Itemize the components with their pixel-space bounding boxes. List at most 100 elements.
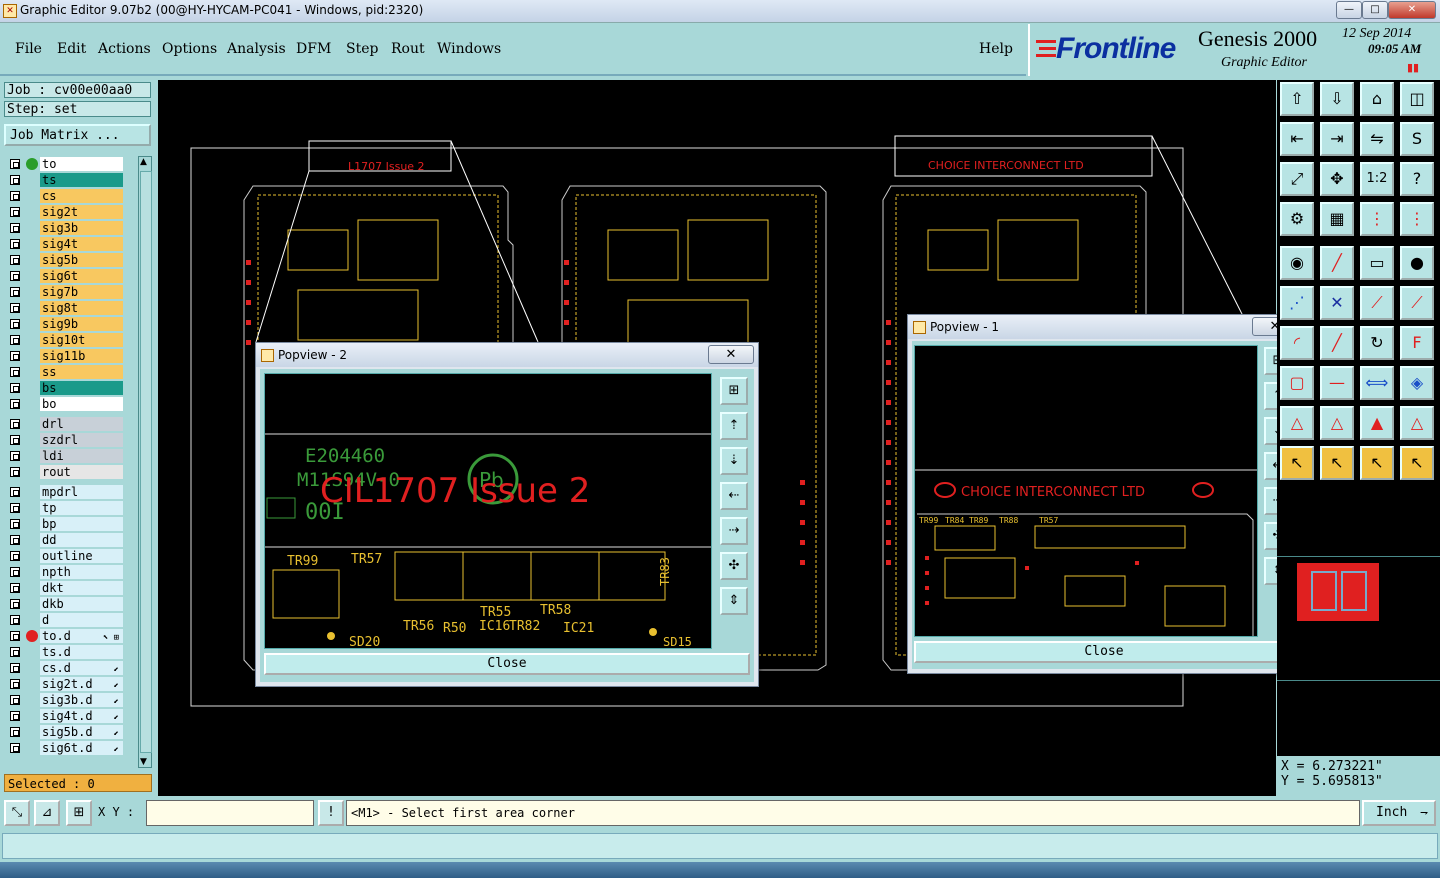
popview-2-view[interactable]: E204460 M11S94V-0 Pb CIL1707 Issue 2 00I… bbox=[264, 373, 712, 649]
menu-step[interactable]: Step bbox=[346, 41, 378, 57]
layer-name[interactable]: ss bbox=[40, 365, 123, 379]
layer-visibility-checkbox[interactable] bbox=[10, 223, 20, 233]
layer-visibility-checkbox[interactable] bbox=[10, 583, 20, 593]
scroll-thumb[interactable] bbox=[140, 171, 152, 753]
layer-row-sig4t-d[interactable]: sig4t.d ⬋ bbox=[4, 708, 124, 724]
pointer-select-icon[interactable]: ↖ bbox=[1360, 446, 1394, 480]
snap-icon[interactable]: ⋮ bbox=[1360, 202, 1394, 236]
layer-name[interactable]: tp bbox=[40, 501, 123, 515]
layer-name[interactable]: outline bbox=[40, 549, 123, 563]
layer-name[interactable]: sig10t bbox=[40, 333, 123, 347]
layer-name[interactable]: sig4t bbox=[40, 237, 123, 251]
rotate-icon[interactable]: ↻ bbox=[1360, 326, 1394, 360]
layer-row-dd[interactable]: dd bbox=[4, 532, 124, 548]
layer-name[interactable]: sig9b bbox=[40, 317, 123, 331]
pan-right-icon[interactable]: ⇥ bbox=[1320, 122, 1354, 156]
layer-name[interactable]: to bbox=[40, 157, 123, 171]
zoom-center-icon[interactable]: ✥ bbox=[1320, 162, 1354, 196]
pv2-fit-icon[interactable]: ✣ bbox=[720, 552, 748, 580]
swap-icon[interactable]: S bbox=[1400, 122, 1434, 156]
layer-visibility-checkbox[interactable] bbox=[10, 487, 20, 497]
layer-name[interactable]: dkt bbox=[40, 581, 123, 595]
layer-visibility-checkbox[interactable] bbox=[10, 663, 20, 673]
layer-name[interactable]: mpdrl bbox=[40, 485, 123, 499]
layer-name[interactable]: sig11b bbox=[40, 349, 123, 363]
layer-visibility-checkbox[interactable] bbox=[10, 695, 20, 705]
layer-visibility-checkbox[interactable] bbox=[10, 287, 20, 297]
home-icon[interactable]: ⌂ bbox=[1360, 82, 1394, 116]
menu-rout[interactable]: Rout bbox=[391, 41, 425, 57]
layer-row-bo[interactable]: bo bbox=[4, 396, 124, 412]
layer-visibility-checkbox[interactable] bbox=[10, 399, 20, 409]
pad-icon[interactable]: ● bbox=[1400, 246, 1434, 280]
layer-row-sig2t[interactable]: sig2t bbox=[4, 204, 124, 220]
layer-row-to[interactable]: to bbox=[4, 156, 124, 172]
layer-visibility-checkbox[interactable] bbox=[10, 503, 20, 513]
mirror-icon[interactable]: ⇋ bbox=[1360, 122, 1394, 156]
layer-name[interactable]: sig7b bbox=[40, 285, 123, 299]
layer-name[interactable]: dkb bbox=[40, 597, 123, 611]
triangle-alt-icon[interactable]: △ bbox=[1320, 406, 1354, 440]
maximize-button[interactable]: □ bbox=[1362, 1, 1388, 19]
layer-row-cs[interactable]: cs bbox=[4, 188, 124, 204]
layer-visibility-checkbox[interactable] bbox=[10, 271, 20, 281]
layer-visibility-checkbox[interactable] bbox=[10, 679, 20, 689]
layer-row-d[interactable]: d bbox=[4, 612, 124, 628]
menu-dfm[interactable]: DFM bbox=[296, 41, 331, 57]
pv2-pan-left-icon[interactable]: ⇠ bbox=[720, 482, 748, 510]
layer-row-ss[interactable]: ss bbox=[4, 364, 124, 380]
layer-visibility-checkbox[interactable] bbox=[10, 239, 20, 249]
layer-row-sig2t-d[interactable]: sig2t.d ⬋ bbox=[4, 676, 124, 692]
xy-input[interactable] bbox=[146, 800, 314, 826]
layer-name[interactable]: to.d ⬉ ⊞ bbox=[40, 629, 123, 643]
layer-row-ts[interactable]: ts bbox=[4, 172, 124, 188]
layer-name[interactable]: sig5b bbox=[40, 253, 123, 267]
shape-icon[interactable]: ◈ bbox=[1400, 366, 1434, 400]
menu-help[interactable]: Help bbox=[979, 41, 1013, 57]
layer-name[interactable]: szdrl bbox=[40, 433, 123, 447]
tools-icon[interactable]: ⚙ bbox=[1280, 202, 1314, 236]
layer-visibility-checkbox[interactable] bbox=[10, 727, 20, 737]
layer-visibility-checkbox[interactable] bbox=[10, 647, 20, 657]
menu-edit[interactable]: Edit bbox=[57, 41, 86, 57]
grid-icon[interactable]: ▦ bbox=[1320, 202, 1354, 236]
layer-name[interactable]: sig3b bbox=[40, 221, 123, 235]
layer-row-sig9b[interactable]: sig9b bbox=[4, 316, 124, 332]
layer-row-tp[interactable]: tp bbox=[4, 500, 124, 516]
layer-name[interactable]: sig2t bbox=[40, 205, 123, 219]
pan-left-icon[interactable]: ⇤ bbox=[1280, 122, 1314, 156]
pointer-move-icon[interactable]: ↖ bbox=[1400, 446, 1434, 480]
layer-visibility-checkbox[interactable] bbox=[10, 711, 20, 721]
layer-visibility-checkbox[interactable] bbox=[10, 175, 20, 185]
measure-icon[interactable]: ⟺ bbox=[1360, 366, 1394, 400]
slash-icon[interactable]: ╱ bbox=[1320, 326, 1354, 360]
layer-row-mpdrl[interactable]: mpdrl bbox=[4, 484, 124, 500]
measure-tool-icon[interactable]: ⊿ bbox=[34, 800, 60, 826]
layer-name[interactable]: cs.d ⬋ bbox=[40, 661, 123, 675]
layer-name[interactable]: bp bbox=[40, 517, 123, 531]
scroll-down-icon[interactable]: ▼ bbox=[140, 757, 147, 767]
menu-file[interactable]: File bbox=[15, 41, 42, 57]
layer-name[interactable]: ldi bbox=[40, 449, 123, 463]
layer-row-drl[interactable]: drl bbox=[4, 416, 124, 432]
help-query-icon[interactable]: ? bbox=[1400, 162, 1434, 196]
layer-name[interactable]: sig6t.d ⬋ bbox=[40, 741, 123, 755]
layer-visibility-checkbox[interactable] bbox=[10, 419, 20, 429]
layer-visibility-checkbox[interactable] bbox=[10, 367, 20, 377]
zoom-area-icon[interactable]: ⤡ bbox=[4, 800, 30, 826]
layer-visibility-checkbox[interactable] bbox=[10, 159, 20, 169]
layer-row-sig11b[interactable]: sig11b bbox=[4, 348, 124, 364]
layer-row-bs[interactable]: bs bbox=[4, 380, 124, 396]
layer-visibility-checkbox[interactable] bbox=[10, 351, 20, 361]
layer-row-sig6t[interactable]: sig6t bbox=[4, 268, 124, 284]
triangle-up-icon[interactable]: ▲ bbox=[1360, 406, 1394, 440]
layer-name[interactable]: sig6t bbox=[40, 269, 123, 283]
layer-visibility-checkbox[interactable] bbox=[10, 435, 20, 445]
layer-visibility-checkbox[interactable] bbox=[10, 207, 20, 217]
ruler-icon[interactable]: ▭ bbox=[1360, 246, 1394, 280]
minimize-button[interactable]: — bbox=[1336, 1, 1362, 19]
layer-visibility-checkbox[interactable] bbox=[10, 631, 20, 641]
home-step-icon[interactable]: ⇧ bbox=[1280, 82, 1314, 116]
layer-name[interactable]: sig8t bbox=[40, 301, 123, 315]
layer-visibility-checkbox[interactable] bbox=[10, 467, 20, 477]
